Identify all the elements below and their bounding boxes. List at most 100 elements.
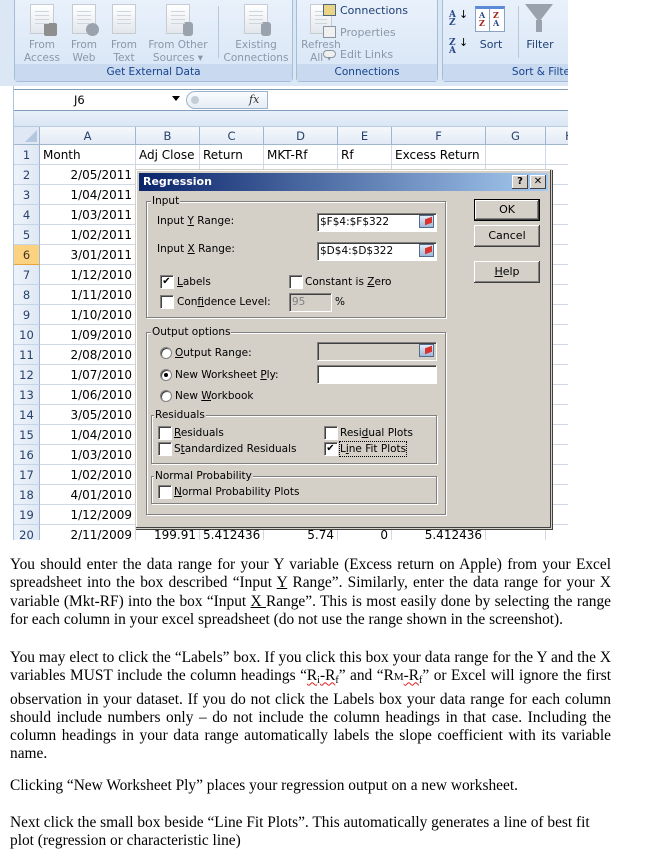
column-header-c[interactable]: C <box>200 127 264 145</box>
name-box[interactable]: J6 <box>14 90 177 110</box>
cell[interactable]: 1/12/2010 <box>40 265 136 285</box>
residuals-checkbox[interactable] <box>158 426 171 439</box>
edit-links-button[interactable]: Edit Links <box>323 46 393 64</box>
output-range-field[interactable] <box>317 342 436 360</box>
insert-function-button[interactable]: fx <box>249 92 259 108</box>
column-header-h[interactable]: H <box>546 127 568 145</box>
cell[interactable]: 1/07/2010 <box>40 365 136 385</box>
help-button[interactable]: Help <box>474 261 540 283</box>
row-header-7[interactable]: 7 <box>14 265 40 285</box>
line-fit-plots-checkbox[interactable]: ✔ <box>324 442 337 455</box>
cell[interactable]: 3/01/2011 <box>40 245 136 265</box>
row-header-2[interactable]: 2 <box>14 165 40 185</box>
output-range-radio[interactable] <box>160 347 172 359</box>
resize-handle-icon[interactable] <box>191 96 199 104</box>
row-header-4[interactable]: 4 <box>14 205 40 225</box>
row-header-19[interactable]: 19 <box>14 505 40 525</box>
sort-ascending-button[interactable]: A Z ↓ <box>449 9 468 28</box>
column-header-e[interactable]: E <box>338 127 392 145</box>
row-header-13[interactable]: 13 <box>14 385 40 405</box>
column-header-b[interactable]: B <box>136 127 200 145</box>
row-header-20[interactable]: 20 <box>14 525 40 540</box>
cell[interactable]: 1/02/2011 <box>40 225 136 245</box>
row-header-16[interactable]: 16 <box>14 445 40 465</box>
standardized-residuals-checkbox[interactable] <box>158 442 171 455</box>
input-x-range-field[interactable]: $D$4:$D$322 <box>317 242 436 260</box>
row-header-12[interactable]: 12 <box>14 365 40 385</box>
normal-probability-legend: Normal Probability <box>154 470 253 482</box>
column-header-a[interactable]: A <box>40 127 136 145</box>
collapse-dialog-icon[interactable] <box>419 215 434 228</box>
new-worksheet-ply-radio[interactable] <box>160 369 172 381</box>
select-all-button[interactable] <box>14 127 40 145</box>
from-web-button[interactable]: From Web <box>67 0 101 65</box>
row-header-3[interactable]: 3 <box>14 185 40 205</box>
collapse-dialog-icon[interactable] <box>419 244 434 257</box>
new-worksheet-ply-field[interactable] <box>317 365 436 383</box>
filter-icon-stem <box>536 20 542 32</box>
collapse-dialog-icon[interactable] <box>419 344 434 357</box>
cell[interactable]: 1/10/2010 <box>40 305 136 325</box>
existing-connections-button[interactable]: Existing Connections <box>221 0 291 65</box>
row-header-15[interactable]: 15 <box>14 425 40 445</box>
cell[interactable] <box>546 145 568 165</box>
cell[interactable]: 3/05/2010 <box>40 405 136 425</box>
cell[interactable]: 1/12/2009 <box>40 505 136 525</box>
cell[interactable]: 4/01/2010 <box>40 485 136 505</box>
row-header-10[interactable]: 10 <box>14 325 40 345</box>
cell[interactable]: 1/02/2010 <box>40 465 136 485</box>
confidence-level-field[interactable]: 95 <box>289 293 331 311</box>
sort-descending-button[interactable]: Z A ↓ <box>449 37 468 56</box>
cell[interactable]: Return <box>200 145 264 165</box>
row-header-14[interactable]: 14 <box>14 405 40 425</box>
row-header-18[interactable]: 18 <box>14 485 40 505</box>
row-header-5[interactable]: 5 <box>14 225 40 245</box>
confidence-level-checkbox[interactable] <box>160 295 173 308</box>
cell[interactable]: Rf <box>338 145 392 165</box>
connections-button[interactable]: Connections <box>323 2 408 20</box>
column-header-f[interactable]: F <box>392 127 486 145</box>
cell[interactable]: 1/03/2011 <box>40 205 136 225</box>
cancel-button[interactable]: Cancel <box>474 225 540 247</box>
row-header-8[interactable]: 8 <box>14 285 40 305</box>
row-header-1[interactable]: 1 <box>14 145 40 165</box>
cell[interactable]: Adj Close <box>136 145 200 165</box>
new-workbook-radio[interactable] <box>160 390 172 402</box>
formula-input[interactable] <box>270 90 568 110</box>
from-text-button[interactable]: From Text <box>107 0 141 65</box>
cell[interactable]: 2/08/2010 <box>40 345 136 365</box>
row-header-9[interactable]: 9 <box>14 305 40 325</box>
residual-plots-checkbox[interactable] <box>324 426 337 439</box>
name-box-dropdown-icon[interactable] <box>172 96 180 101</box>
constant-is-zero-checkbox[interactable] <box>289 275 302 288</box>
cell[interactable]: 1/04/2011 <box>40 185 136 205</box>
cell[interactable]: 1/11/2010 <box>40 285 136 305</box>
cell[interactable]: 1/04/2010 <box>40 425 136 445</box>
help-icon[interactable]: ? <box>512 175 528 189</box>
from-other-sources-button[interactable]: From Other Sources ▾ <box>145 0 211 65</box>
filter-button[interactable]: Filter <box>523 38 557 51</box>
cell[interactable]: Month <box>40 145 136 165</box>
cell[interactable]: 1/03/2010 <box>40 445 136 465</box>
column-header-g[interactable]: G <box>486 127 546 145</box>
sort-button[interactable]: Sort <box>473 38 509 51</box>
cell[interactable]: 1/06/2010 <box>40 385 136 405</box>
column-header-d[interactable]: D <box>264 127 338 145</box>
row-header-17[interactable]: 17 <box>14 465 40 485</box>
row-header-11[interactable]: 11 <box>14 345 40 365</box>
labels-checkbox[interactable]: ✔ <box>160 275 173 288</box>
normal-probability-plots-checkbox[interactable] <box>158 485 171 498</box>
properties-button[interactable]: Properties <box>323 24 396 42</box>
row-header-6[interactable]: 6 <box>14 245 40 265</box>
input-y-range-field[interactable]: $F$4:$F$322 <box>317 213 436 231</box>
cell[interactable]: 1/09/2010 <box>40 325 136 345</box>
dialog-titlebar[interactable]: Regression ? ✕ <box>139 173 548 191</box>
cell[interactable]: 2/05/2011 <box>40 165 136 185</box>
cell[interactable] <box>486 145 546 165</box>
ok-button[interactable]: OK <box>474 199 540 221</box>
cell[interactable]: 2/11/2009 <box>40 525 136 540</box>
from-access-button[interactable]: From Access <box>23 0 61 65</box>
close-icon[interactable]: ✕ <box>530 175 546 189</box>
cell[interactable]: Excess Return <box>392 145 486 165</box>
cell[interactable]: MKT-Rf <box>264 145 338 165</box>
